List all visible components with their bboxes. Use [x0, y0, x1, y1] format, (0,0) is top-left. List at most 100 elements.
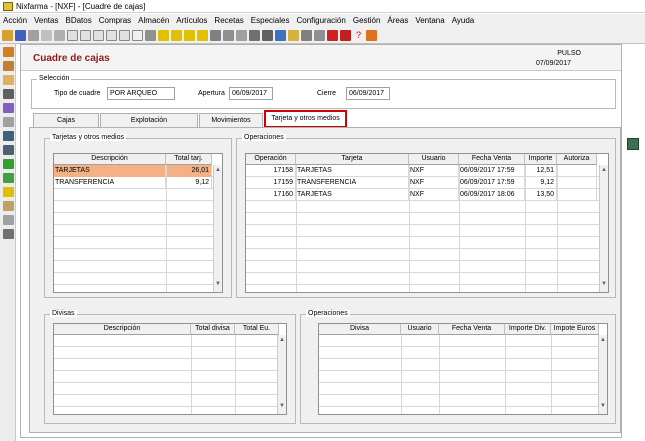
- tab-cajas[interactable]: Cajas: [33, 113, 99, 127]
- paste-icon[interactable]: [54, 29, 65, 41]
- people-icon[interactable]: [3, 215, 14, 225]
- menu-gestion[interactable]: Gestión: [353, 16, 381, 25]
- table-row[interactable]: 17159 TRANSFERENCIA NXF 06/09/2017 17:59…: [246, 177, 600, 189]
- tab-movimientos[interactable]: Movimientos: [199, 113, 263, 127]
- find-icon[interactable]: [93, 29, 104, 41]
- warning-icon[interactable]: [3, 187, 14, 197]
- col-descripcion[interactable]: Descripción: [54, 324, 191, 335]
- table-row[interactable]: TARJETAS 26,01: [54, 165, 214, 177]
- cell-descripcion: TRANSFERENCIA: [54, 177, 166, 189]
- copy-icon[interactable]: [41, 29, 52, 41]
- stop-icon[interactable]: [249, 29, 260, 41]
- scroll-up-icon[interactable]: ▲: [214, 167, 222, 176]
- col-usuario[interactable]: Usuario: [401, 324, 439, 335]
- menu-almacen[interactable]: Almacén: [138, 16, 169, 25]
- scroll-up-icon[interactable]: ▲: [278, 337, 286, 346]
- settings-icon[interactable]: [314, 29, 325, 41]
- previous-record-icon[interactable]: [171, 29, 182, 41]
- col-operacion[interactable]: Operación: [246, 154, 296, 165]
- operaciones-scrollbar[interactable]: ▲ ▼: [599, 165, 608, 292]
- save-icon[interactable]: [15, 29, 26, 41]
- scroll-down-icon[interactable]: ▼: [278, 403, 286, 412]
- tab-explotacion[interactable]: Explotación: [100, 113, 198, 127]
- export-icon[interactable]: [275, 29, 286, 41]
- cut-icon[interactable]: [28, 29, 39, 41]
- barcode-icon[interactable]: [3, 229, 14, 239]
- print-icon[interactable]: [210, 29, 221, 41]
- star-outline-icon[interactable]: [132, 29, 143, 41]
- document-icon[interactable]: [3, 131, 14, 141]
- help-icon[interactable]: ?: [353, 29, 364, 41]
- new-icon[interactable]: [67, 29, 78, 41]
- table-row[interactable]: 17158 TARJETAS NXF 06/09/2017 17:59 12,5…: [246, 165, 600, 177]
- table-row[interactable]: TRANSFERENCIA 9,12: [54, 177, 214, 189]
- first-record-icon[interactable]: [158, 29, 169, 41]
- user-icon[interactable]: [3, 75, 14, 85]
- print-preview-icon[interactable]: [223, 29, 234, 41]
- cart-icon[interactable]: [3, 89, 14, 99]
- folder-icon[interactable]: [2, 29, 13, 41]
- table-row[interactable]: 17160 TARJETAS NXF 06/09/2017 18:06 13,5…: [246, 189, 600, 201]
- menu-compras[interactable]: Compras: [99, 16, 131, 25]
- col-total-eu[interactable]: Total Eu.: [235, 324, 279, 335]
- col-total-tarj[interactable]: Total tarj.: [166, 154, 212, 165]
- cierre-field[interactable]: 06/09/2017: [346, 87, 390, 100]
- col-importe-div[interactable]: Importe Div.: [505, 324, 551, 335]
- operaciones-divisas-scrollbar[interactable]: ▲ ▼: [598, 335, 607, 414]
- col-total-divisa[interactable]: Total divisa: [191, 324, 235, 335]
- operaciones-table: Operación Tarjeta Usuario Fecha Venta Im…: [245, 153, 609, 293]
- square-icon[interactable]: [262, 29, 273, 41]
- divisas-scrollbar[interactable]: ▲ ▼: [277, 335, 286, 414]
- menu-bdatos[interactable]: BDatos: [65, 16, 91, 25]
- menu-ventana[interactable]: Ventana: [415, 16, 444, 25]
- col-impote-euros[interactable]: Impote Euros: [551, 324, 599, 335]
- cart-purple-icon[interactable]: [3, 103, 14, 113]
- home-icon[interactable]: [366, 29, 377, 41]
- refresh-icon[interactable]: [119, 29, 130, 41]
- d-icon[interactable]: [340, 29, 351, 41]
- menu-ventas[interactable]: Ventas: [34, 16, 58, 25]
- register-icon[interactable]: [3, 145, 14, 155]
- tarjetas-scrollbar[interactable]: ▲ ▼: [213, 165, 222, 292]
- scroll-up-icon[interactable]: ▲: [599, 337, 607, 346]
- s-icon[interactable]: [327, 29, 338, 41]
- cycle-icon[interactable]: [3, 173, 14, 183]
- last-record-icon[interactable]: [197, 29, 208, 41]
- box-icon[interactable]: [3, 201, 14, 211]
- tipo-field[interactable]: POR ARQUEO: [107, 87, 175, 100]
- apertura-field[interactable]: 06/09/2017: [229, 87, 273, 100]
- calculator-side-icon[interactable]: [627, 138, 639, 150]
- col-usuario[interactable]: Usuario: [409, 154, 459, 165]
- operaciones-divisas-table: Divisa Usuario Fecha Venta Importe Div. …: [318, 323, 608, 415]
- next-record-icon[interactable]: [184, 29, 195, 41]
- menu-configuracion[interactable]: Configuración: [296, 16, 345, 25]
- col-fecha-venta[interactable]: Fecha Venta: [459, 154, 525, 165]
- col-importe[interactable]: Importe: [525, 154, 557, 165]
- star-icon[interactable]: [145, 29, 156, 41]
- col-fecha-venta[interactable]: Fecha Venta: [439, 324, 505, 335]
- menu-areas[interactable]: Áreas: [387, 16, 408, 25]
- delete-icon[interactable]: [80, 29, 91, 41]
- scroll-down-icon[interactable]: ▼: [599, 403, 607, 412]
- col-tarjeta[interactable]: Tarjeta: [296, 154, 409, 165]
- menu-articulos[interactable]: Artículos: [176, 16, 207, 25]
- scroll-down-icon[interactable]: ▼: [214, 281, 222, 290]
- col-divisa[interactable]: Divisa: [319, 324, 401, 335]
- plus-icon[interactable]: [3, 159, 14, 169]
- tools-icon[interactable]: [236, 29, 247, 41]
- menu-ayuda[interactable]: Ayuda: [452, 16, 475, 25]
- folder-open-icon[interactable]: [288, 29, 299, 41]
- tab-tarjeta-otros-medios[interactable]: Tarjeta y otros medios: [264, 110, 347, 128]
- stack-icon[interactable]: [3, 61, 14, 71]
- scroll-down-icon[interactable]: ▼: [600, 281, 608, 290]
- filter-icon[interactable]: [106, 29, 117, 41]
- drawer-icon[interactable]: [3, 47, 14, 57]
- menu-especiales[interactable]: Especiales: [251, 16, 290, 25]
- calculator-icon[interactable]: [301, 29, 312, 41]
- menu-recetas[interactable]: Recetas: [214, 16, 243, 25]
- scroll-up-icon[interactable]: ▲: [600, 167, 608, 176]
- col-descripcion[interactable]: Descripción: [54, 154, 166, 165]
- col-autoriza[interactable]: Autoriza: [557, 154, 597, 165]
- menu-accion[interactable]: Acción: [3, 16, 27, 25]
- pencil-icon[interactable]: [3, 117, 14, 127]
